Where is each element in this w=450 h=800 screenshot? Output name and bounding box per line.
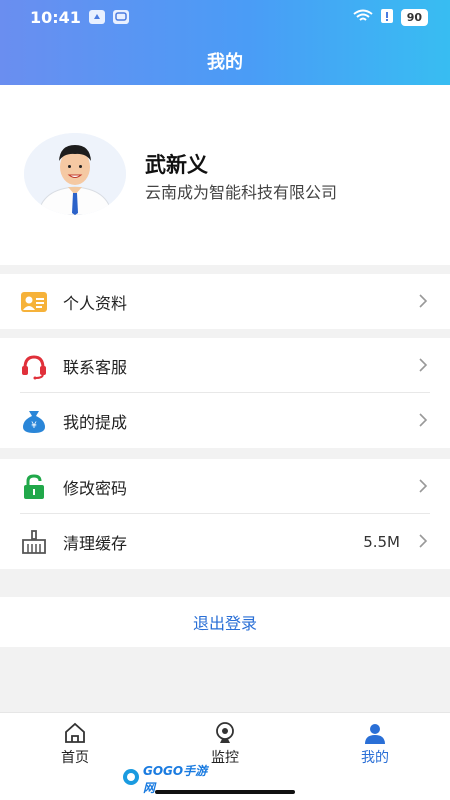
- menu-item-clear-cache[interactable]: 清理缓存 5.5M: [0, 514, 450, 569]
- profile-card-icon: [20, 288, 48, 316]
- menu-label: 我的提成: [63, 412, 128, 432]
- logout-button[interactable]: 退出登录: [0, 597, 450, 647]
- tab-mine[interactable]: 我的: [335, 721, 415, 767]
- camera-icon: [213, 721, 237, 745]
- menu-label: 联系客服: [63, 357, 128, 377]
- svg-text:¥: ¥: [31, 421, 37, 431]
- app-notification-icon: [88, 10, 105, 24]
- user-name: 武新义: [145, 153, 208, 177]
- header: 10:41 90 我的: [0, 0, 450, 85]
- home-icon: [63, 721, 87, 745]
- lock-icon: [20, 473, 48, 501]
- cache-size: 5.5M: [363, 532, 400, 551]
- chevron-right-icon: [418, 478, 428, 494]
- user-icon: [363, 721, 387, 745]
- status-bar: 10:41 90: [0, 0, 450, 34]
- menu-item-commission[interactable]: ¥ 我的提成: [0, 393, 450, 448]
- menu-item-personal-info[interactable]: 个人资料: [0, 274, 450, 329]
- alert-icon: [380, 8, 393, 27]
- battery-indicator: 90: [400, 8, 428, 26]
- tab-label: 我的: [361, 750, 389, 766]
- home-indicator: [155, 790, 295, 794]
- money-bag-icon: ¥: [20, 407, 48, 435]
- page-title: 我的: [207, 52, 243, 73]
- menu-group-settings: 修改密码 清理缓存 5.5M: [0, 459, 450, 569]
- menu-item-customer-service[interactable]: 联系客服: [0, 338, 450, 393]
- chevron-right-icon: [418, 533, 428, 549]
- menu-group-service: 联系客服 ¥ 我的提成: [0, 338, 450, 448]
- chevron-right-icon: [418, 357, 428, 373]
- status-time: 10:41: [30, 7, 81, 27]
- message-notification-icon: [112, 10, 129, 24]
- profile-card[interactable]: 武新义 云南成为智能科技有限公司: [0, 85, 450, 265]
- menu-group-profile: 个人资料: [0, 274, 450, 329]
- menu-label: 修改密码: [63, 478, 128, 498]
- tab-home[interactable]: 首页: [35, 721, 115, 767]
- menu-label: 个人资料: [63, 293, 128, 313]
- tab-label: 首页: [61, 750, 89, 766]
- wifi-icon: [353, 8, 373, 27]
- tab-monitor[interactable]: 监控: [185, 721, 265, 767]
- menu-label: 清理缓存: [63, 533, 128, 553]
- menu-item-change-password[interactable]: 修改密码: [0, 459, 450, 514]
- avatar[interactable]: [24, 133, 126, 215]
- watermark: GOGO手游网: [122, 764, 212, 795]
- chevron-right-icon: [418, 412, 428, 428]
- broom-icon: [20, 528, 48, 556]
- tab-bar: 首页 监控 我的: [0, 712, 450, 800]
- chevron-right-icon: [418, 293, 428, 309]
- watermark-logo-icon: [122, 768, 140, 790]
- headset-icon: [20, 352, 48, 380]
- user-company: 云南成为智能科技有限公司: [145, 183, 338, 202]
